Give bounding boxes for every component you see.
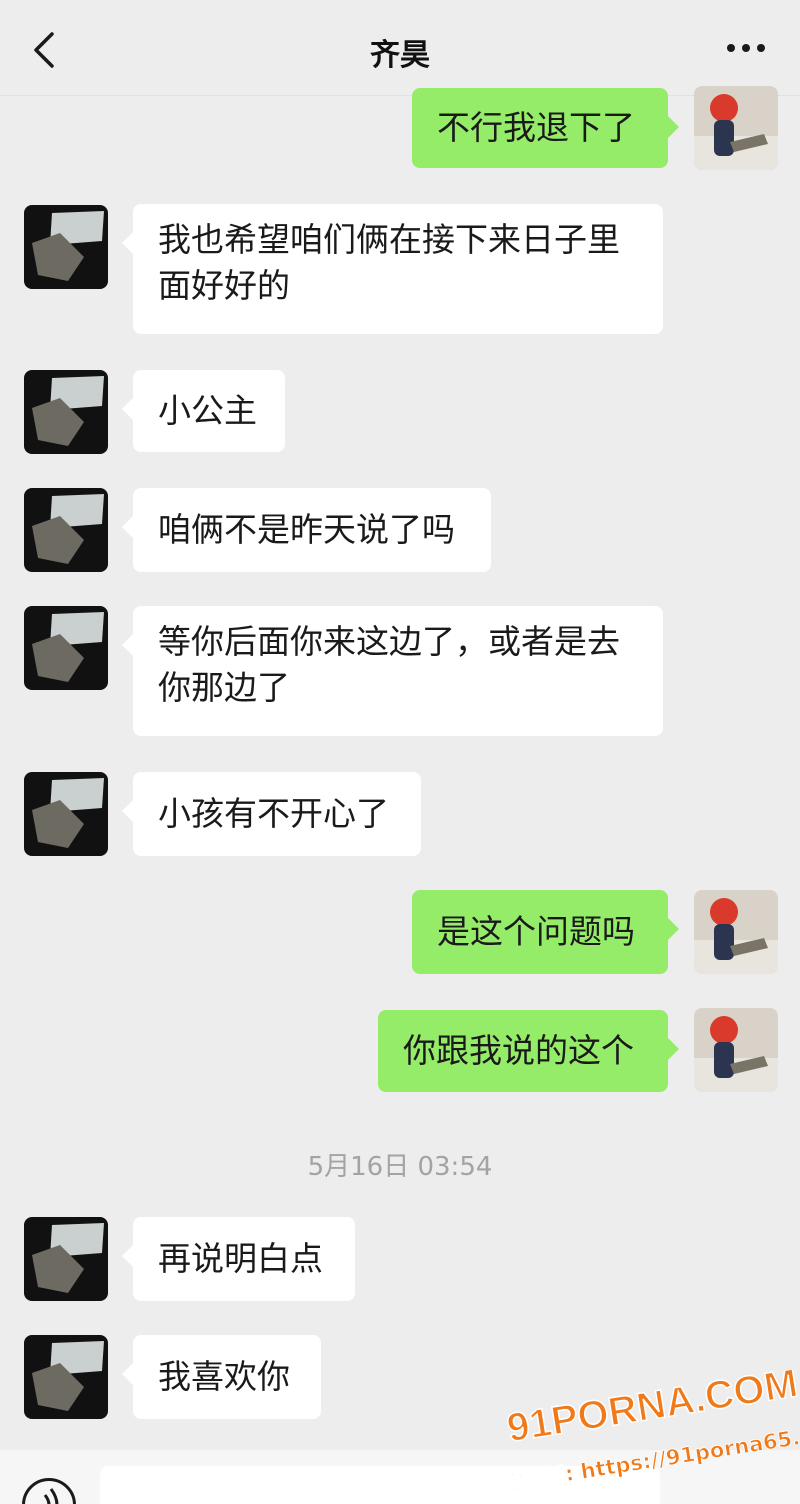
- contact-avatar[interactable]: [24, 606, 108, 690]
- contact-avatar[interactable]: [24, 1217, 108, 1301]
- contact-avatar-image: [24, 772, 108, 856]
- chat-header: 齐昊: [0, 0, 800, 96]
- chat-title: 齐昊: [370, 38, 430, 73]
- message-bubble-received[interactable]: 等你后面你来这边了，或者是去你那边了: [122, 606, 663, 736]
- more-button[interactable]: [726, 40, 766, 56]
- contact-avatar[interactable]: [24, 1335, 108, 1419]
- watermark-logo-text: 91PORNA.COM: [504, 1370, 800, 1451]
- voice-toggle-button[interactable]: [22, 1478, 76, 1504]
- contact-avatar[interactable]: [24, 370, 108, 454]
- self-avatar[interactable]: [694, 86, 778, 170]
- contact-avatar[interactable]: [24, 488, 108, 572]
- self-avatar[interactable]: [694, 890, 778, 974]
- message-bubble-received[interactable]: 我喜欢你: [122, 1335, 321, 1419]
- contact-avatar-image: [24, 1217, 108, 1301]
- contact-avatar-image: [24, 370, 108, 454]
- message-bubble-received[interactable]: 咱俩不是昨天说了吗: [122, 488, 491, 572]
- self-avatar-image: [694, 890, 778, 974]
- self-avatar-image: [694, 1008, 778, 1092]
- input-bar: [0, 1450, 800, 1504]
- message-input[interactable]: [100, 1466, 660, 1504]
- message-bubble-received[interactable]: 再说明白点: [122, 1217, 355, 1301]
- contact-avatar-image: [24, 1335, 108, 1419]
- contact-avatar-image: [24, 606, 108, 690]
- more-dots-icon: [727, 44, 765, 52]
- self-avatar-image: [694, 86, 778, 170]
- message-bubble-received[interactable]: 我也希望咱们俩在接下来日子里面好好的: [122, 204, 663, 334]
- voice-icon: [43, 1488, 59, 1504]
- message-bubble-received[interactable]: 小公主: [122, 370, 285, 452]
- message-timestamp: 5月16日 03:54: [307, 1152, 493, 1182]
- contact-avatar-image: [24, 488, 108, 572]
- message-bubble-sent[interactable]: 是这个问题吗: [412, 890, 679, 974]
- contact-avatar-image: [24, 205, 108, 289]
- message-bubble-sent[interactable]: 不行我退下了: [412, 88, 679, 168]
- contact-avatar[interactable]: [24, 772, 108, 856]
- self-avatar[interactable]: [694, 1008, 778, 1092]
- message-bubble-sent[interactable]: 你跟我说的这个: [378, 1010, 679, 1092]
- message-bubble-received[interactable]: 小孩有不开心了: [122, 772, 421, 856]
- contact-avatar[interactable]: [24, 205, 108, 289]
